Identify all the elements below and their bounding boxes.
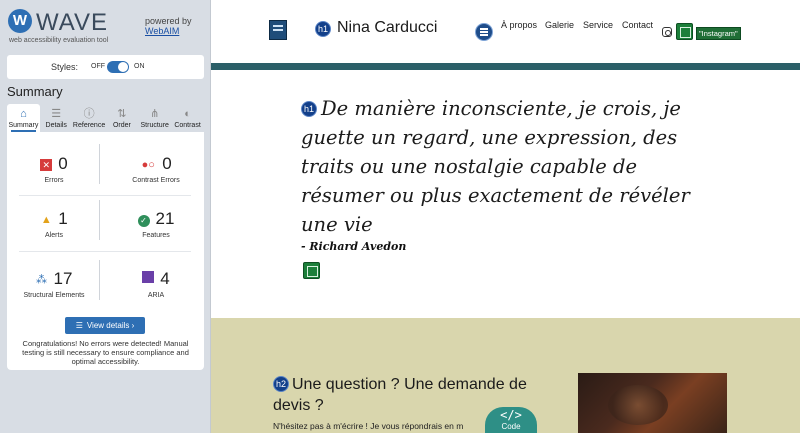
quote-text: De manière inconsciente, je crois, je gu… [301, 97, 690, 236]
code-button-label: Code [501, 422, 521, 431]
styles-toggle[interactable] [107, 61, 129, 73]
stat-aria[interactable]: 4 ARIA [111, 269, 201, 319]
stat-errors[interactable]: ✕ 0 Errors [9, 154, 99, 204]
webaim-link[interactable]: WebAIM [145, 26, 179, 36]
stat-contrast-errors[interactable]: ●○ 0 Contrast Errors [111, 154, 201, 204]
errors-count: 0 [58, 154, 68, 173]
contrast-errors-count: 0 [162, 154, 172, 173]
alerts-label: Alerts [45, 232, 63, 239]
tab-contrast[interactable]: ◐ Contrast [171, 104, 204, 132]
wave-header: W WAVE web accessibility evaluation tool… [0, 0, 211, 50]
contrast-errors-label: Contrast Errors [132, 177, 180, 184]
quote-author: - Richard Avedon [301, 240, 407, 253]
wave-logo-icon: W [8, 9, 32, 33]
nav-link-service[interactable]: Service [583, 20, 613, 30]
toggle-knob [118, 62, 128, 72]
tab-details[interactable]: ☰ Details [40, 104, 73, 132]
divider [99, 144, 100, 184]
tab-structure[interactable]: ⋔ Structure [138, 104, 171, 132]
divider [99, 260, 100, 300]
code-icon: </> [500, 408, 522, 422]
tab-reference[interactable]: ⓘ Reference [73, 104, 106, 132]
error-icon: ✕ [40, 159, 53, 171]
nav-link-contact[interactable]: Contact [622, 20, 653, 30]
congrats-message: Congratulations! No errors were detected… [22, 339, 189, 366]
structural-count: 17 [53, 269, 73, 288]
errors-label: Errors [44, 177, 64, 184]
list-icon: ☰ [75, 321, 83, 330]
figure-feature-icon[interactable] [303, 262, 320, 279]
styles-off-label: OFF [91, 63, 105, 70]
powered-by-label: powered by [145, 16, 192, 26]
tab-contrast-label: Contrast [174, 122, 201, 129]
divider [19, 251, 191, 252]
info-icon: ⓘ [83, 108, 95, 120]
alert-icon: ▲ [40, 214, 52, 226]
site-header: h1 Nina Carducci À propos Galerie Servic… [211, 0, 800, 63]
teal-divider [211, 63, 800, 70]
tab-summary[interactable]: ⌂ Summary [7, 104, 40, 132]
contrast-error-icon: ●○ [141, 159, 155, 171]
instagram-icon[interactable] [662, 27, 672, 37]
alt-text-feature-icon[interactable] [676, 23, 693, 40]
list-icon: ☰ [51, 108, 62, 120]
aria-label: ARIA [147, 292, 165, 299]
screen: W WAVE web accessibility evaluation tool… [0, 0, 800, 433]
nav-link-about[interactable]: À propos [501, 20, 537, 30]
header-landmark-icon[interactable] [269, 20, 287, 40]
h1-badge-icon[interactable]: h1 [315, 21, 331, 37]
nav-list-icon[interactable] [475, 23, 493, 41]
styles-toggle-box: Styles: OFF ON [7, 55, 204, 79]
alerts-count: 1 [58, 209, 68, 228]
h2-badge-icon[interactable]: h2 [273, 376, 289, 392]
nav-link-gallery[interactable]: Galerie [545, 20, 574, 30]
quote-section: h1 De manière inconsciente, je crois, je … [211, 70, 800, 318]
feature-icon: ✓ [137, 215, 150, 227]
contrast-icon: ◐ [184, 108, 191, 120]
structure-icon: ⋔ [150, 108, 160, 120]
view-details-label: View details › [86, 321, 135, 330]
styles-on-label: ON [134, 63, 145, 70]
wave-title: WAVE [36, 9, 109, 36]
wave-tabs: ⌂ Summary ☰ Details ⓘ Reference ⇅ Order … [7, 104, 204, 132]
wave-subtitle: web accessibility evaluation tool [9, 37, 109, 44]
divider [19, 195, 191, 196]
quote-heading: h1 De manière inconsciente, je crois, je … [301, 94, 691, 239]
tab-order-label: Order [112, 122, 131, 129]
tab-structure-label: Structure [140, 122, 169, 129]
aria-icon [142, 271, 155, 283]
order-icon: ⇅ [117, 108, 127, 120]
summary-heading: Summary [7, 84, 63, 99]
styles-label: Styles: [51, 62, 79, 72]
powered-by: powered by WebAIM [145, 16, 192, 36]
summary-panel: ✕ 0 Errors ●○ 0 Contrast Errors ▲ 1 Alerts … [7, 132, 204, 370]
divider [99, 200, 100, 240]
tab-summary-label: Summary [8, 122, 39, 129]
stat-structural[interactable]: ⁂ 17 Structural Elements [9, 269, 99, 319]
tab-reference-label: Reference [72, 122, 106, 129]
camera-photo [578, 373, 727, 433]
code-button[interactable]: </> Code [485, 407, 537, 433]
aria-count: 4 [160, 269, 170, 288]
features-count: 21 [155, 209, 175, 228]
website-preview: h1 Nina Carducci À propos Galerie Servic… [211, 0, 800, 433]
h1-badge-icon[interactable]: h1 [301, 101, 317, 117]
structural-label: Structural Elements [23, 292, 85, 299]
site-name: Nina Carducci [337, 19, 438, 36]
view-details-button[interactable]: ☰ View details › [65, 317, 145, 334]
tab-order[interactable]: ⇅ Order [105, 104, 138, 132]
tab-details-label: Details [45, 122, 67, 129]
instagram-alt-tag: "Instagram" [696, 27, 741, 40]
structure-icon: ⁂ [36, 274, 48, 286]
home-icon: ⌂ [20, 108, 27, 120]
wave-sidebar: W WAVE web accessibility evaluation tool… [0, 0, 211, 433]
features-label: Features [142, 232, 170, 239]
contact-text-start: N'hésitez pas à m'écrire ! Je vous répon… [273, 421, 464, 431]
